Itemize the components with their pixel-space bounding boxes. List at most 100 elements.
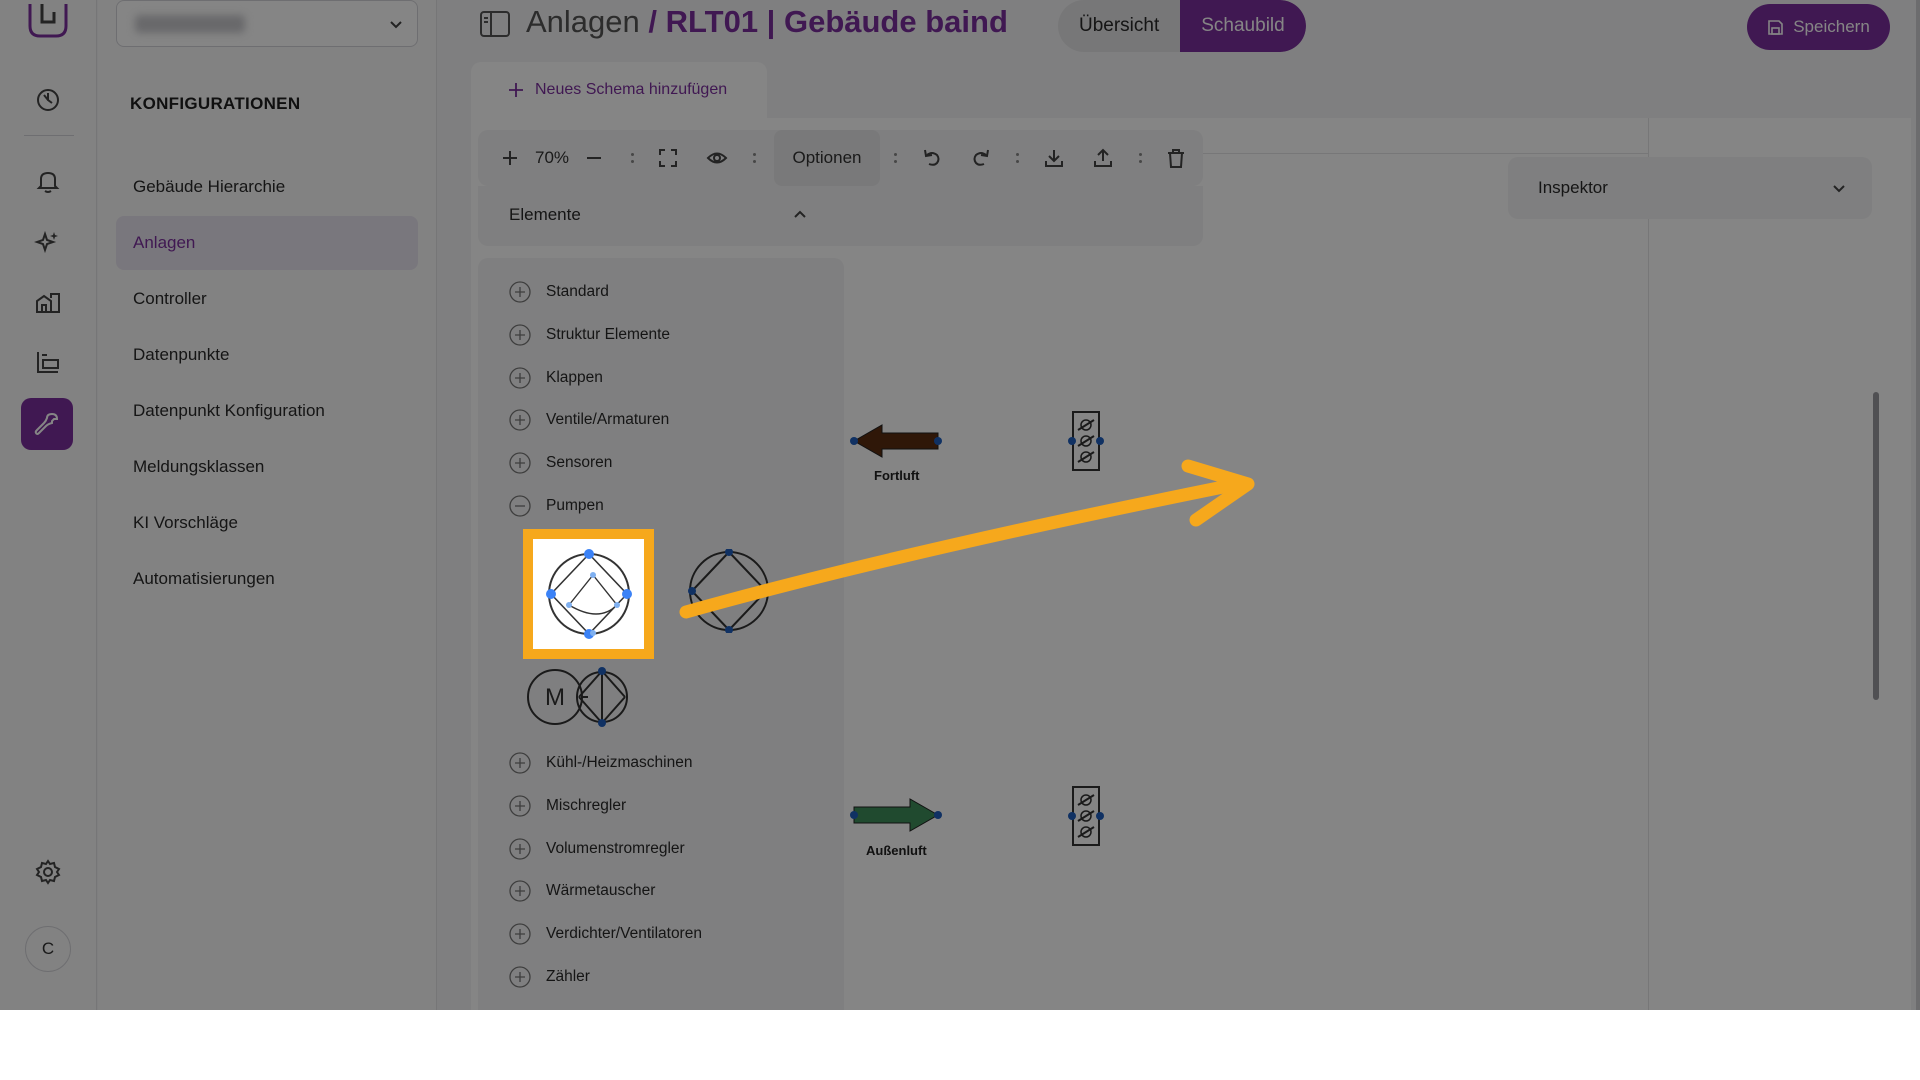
- delete-button[interactable]: [1158, 130, 1194, 186]
- icon-rail: C: [0, 0, 97, 1010]
- damper-symbol-top[interactable]: [1068, 410, 1104, 472]
- outdoor-air-arrow[interactable]: [848, 795, 944, 835]
- sidebar-item-gebaeude-hierarchie[interactable]: Gebäude Hierarchie: [116, 160, 418, 214]
- ai-button[interactable]: [24, 218, 72, 266]
- view-option-diagram[interactable]: Schaubild: [1180, 0, 1306, 52]
- view-toggle: Übersicht Schaubild: [1058, 0, 1306, 52]
- category-waermetauscher[interactable]: Wärmetauscher: [508, 878, 655, 904]
- toolbar-separator: [1138, 148, 1142, 168]
- save-button-label: Speichern: [1793, 17, 1870, 36]
- canvas-scrollbar[interactable]: [1872, 118, 1882, 1010]
- category-struktur-elemente[interactable]: Struktur Elemente: [508, 322, 670, 348]
- zoom-out-button[interactable]: [576, 130, 612, 186]
- canvas-guide-line: [1178, 153, 1648, 154]
- plus-circle-icon: [509, 880, 531, 902]
- category-klappen[interactable]: Klappen: [508, 365, 603, 391]
- zoom-in-button[interactable]: [492, 130, 528, 186]
- eye-icon: [706, 152, 728, 164]
- sidebar-item-datenpunkt-konfiguration[interactable]: Datenpunkt Konfiguration: [116, 384, 418, 438]
- sidebar-item-anlagen[interactable]: Anlagen: [116, 216, 418, 270]
- add-schema-tab[interactable]: Neues Schema hinzufügen: [471, 62, 767, 118]
- upload-button[interactable]: [1085, 130, 1121, 186]
- scrollbar-thumb[interactable]: [1873, 392, 1879, 700]
- plus-circle-icon: [509, 452, 531, 474]
- breadcrumb-current: RLT01 | Gebäude baind: [665, 4, 1008, 39]
- category-ventile-armaturen[interactable]: Ventile/Armaturen: [508, 407, 669, 433]
- avatar[interactable]: C: [25, 926, 71, 972]
- dashboard-icon: [37, 89, 59, 111]
- sidebar-item-automatisierungen[interactable]: Automatisierungen: [116, 552, 418, 606]
- category-volumenstromregler[interactable]: Volumenstromregler: [508, 836, 685, 862]
- devices-button[interactable]: [24, 338, 72, 386]
- notifications-button[interactable]: [24, 157, 72, 205]
- wrench-icon: [34, 412, 59, 435]
- category-label: Volumenstromregler: [546, 840, 685, 857]
- options-button[interactable]: Optionen: [774, 130, 880, 186]
- elements-header[interactable]: Elemente: [478, 186, 1203, 246]
- category-label: Pumpen: [546, 497, 604, 514]
- bell-icon: [36, 171, 60, 193]
- settings-button[interactable]: [24, 848, 72, 896]
- undo-button[interactable]: [914, 130, 950, 186]
- devices-icon: [37, 352, 59, 373]
- chevron-down-icon: [1833, 185, 1845, 193]
- logo-icon[interactable]: [26, 2, 70, 40]
- category-sensoren[interactable]: Sensoren: [508, 450, 612, 476]
- breadcrumb-parent[interactable]: Anlagen: [526, 4, 640, 39]
- site-select[interactable]: [116, 0, 418, 47]
- category-kuehl-heizmaschinen[interactable]: Kühl-/Heizmaschinen: [508, 750, 692, 776]
- category-label: Verdichter/Ventilatoren: [546, 925, 702, 942]
- visibility-button[interactable]: [699, 130, 735, 186]
- canvas-toolbar: 70% Optionen: [478, 130, 1203, 186]
- undo-icon: [924, 149, 940, 166]
- category-label: Klappen: [546, 369, 603, 386]
- plus-circle-icon: [509, 966, 531, 988]
- motor-label: M: [545, 684, 565, 711]
- damper-symbol-bottom[interactable]: [1068, 785, 1104, 847]
- category-zaehler[interactable]: Zähler: [508, 964, 590, 990]
- configuration-button[interactable]: [21, 398, 73, 450]
- rail-divider: [24, 135, 74, 136]
- view-option-overview[interactable]: Übersicht: [1058, 0, 1180, 52]
- category-standard[interactable]: Standard: [508, 279, 609, 305]
- elements-title: Elemente: [509, 205, 581, 224]
- zoom-level: 70%: [534, 148, 570, 167]
- buildings-button[interactable]: [24, 278, 72, 326]
- category-label: Mischregler: [546, 797, 627, 814]
- motor-pump-symbol[interactable]: M: [526, 666, 628, 728]
- window-edge: [1916, 0, 1920, 1010]
- fit-view-button[interactable]: [650, 130, 686, 186]
- sidebar-item-meldungsklassen[interactable]: Meldungsklassen: [116, 440, 418, 494]
- sidebar-item-controller[interactable]: Controller: [116, 272, 418, 326]
- category-mischregler[interactable]: Mischregler: [508, 793, 626, 819]
- category-label: Wärmetauscher: [546, 882, 656, 899]
- minus-icon: [587, 157, 601, 159]
- plus-circle-icon: [509, 409, 531, 431]
- plus-circle-icon: [509, 367, 531, 389]
- download-button[interactable]: [1036, 130, 1072, 186]
- canvas-guide-line: [1648, 118, 1649, 1010]
- sidebar-item-ki-vorschlaege[interactable]: KI Vorschläge: [116, 496, 418, 550]
- plus-icon: [503, 151, 517, 165]
- sidebar-item-datenpunkte[interactable]: Datenpunkte: [116, 328, 418, 382]
- redo-button[interactable]: [963, 130, 999, 186]
- toolbar-separator: [1015, 148, 1019, 168]
- category-label: Kühl-/Heizmaschinen: [546, 754, 693, 771]
- exhaust-air-arrow[interactable]: [848, 421, 944, 461]
- dashboard-button[interactable]: [24, 76, 72, 124]
- breadcrumb-separator: /: [639, 4, 666, 39]
- chevron-up-icon: [794, 210, 806, 218]
- minus-circle-icon: [509, 495, 531, 517]
- exhaust-air-label: Fortluft: [874, 468, 920, 483]
- save-button[interactable]: Speichern: [1747, 4, 1890, 50]
- pump-symbol-variant[interactable]: [687, 549, 771, 633]
- toolbar-separator: [893, 148, 897, 168]
- panel-toggle-icon[interactable]: [480, 11, 510, 37]
- category-label: Struktur Elemente: [546, 326, 671, 343]
- download-icon: [1045, 150, 1063, 167]
- category-pumpen[interactable]: Pumpen: [508, 493, 604, 519]
- buildings-icon: [36, 293, 60, 313]
- highlighted-pump-element[interactable]: [523, 529, 654, 659]
- inspector-panel[interactable]: Inspektor: [1508, 157, 1872, 219]
- category-verdichter-ventilatoren[interactable]: Verdichter/Ventilatoren: [508, 921, 702, 947]
